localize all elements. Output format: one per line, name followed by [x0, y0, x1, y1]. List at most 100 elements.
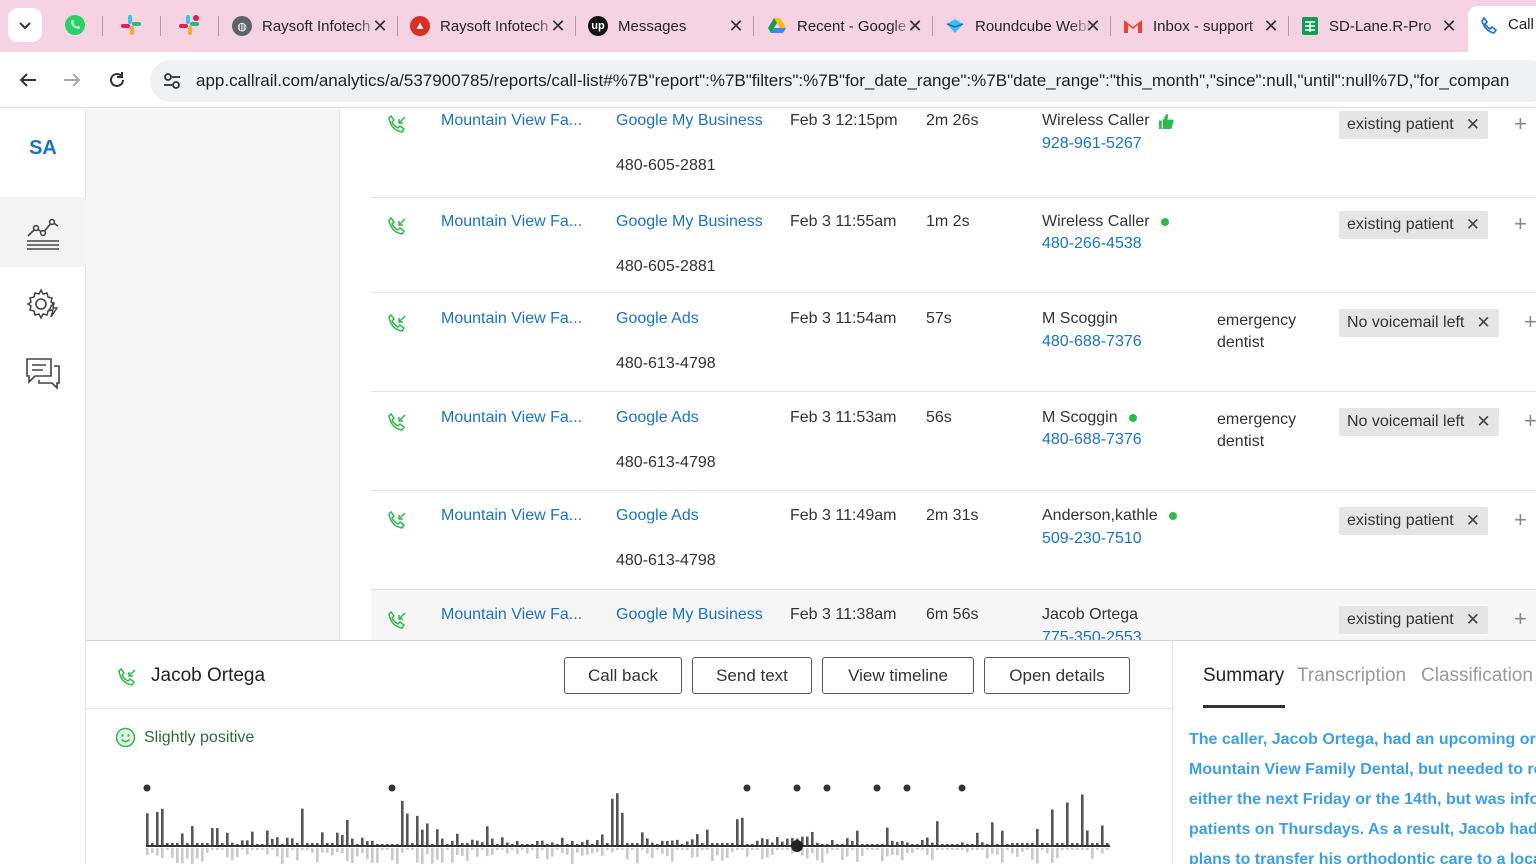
waveform-bar [741, 848, 744, 850]
browser-tab-gmail[interactable]: Inbox - support ✕ [1117, 8, 1287, 44]
company-link[interactable]: Mountain View Fa... [441, 213, 582, 231]
speaker-marker[interactable] [388, 784, 396, 792]
add-tag-button[interactable]: + [1514, 606, 1527, 632]
caller-phone-link[interactable]: 928-961-5267 [1042, 135, 1142, 153]
call-audio-waveform[interactable] [86, 771, 1173, 864]
waveform-bar [966, 844, 969, 845]
sidebar-item-analytics[interactable] [0, 197, 86, 267]
source-link[interactable]: Google My Business [616, 213, 763, 231]
add-tag-button[interactable]: + [1514, 111, 1527, 137]
waveform-bar [601, 834, 604, 845]
table-row[interactable]: Mountain View Fa... Google Ads 480-613-4… [371, 392, 1536, 491]
caller-phone-link[interactable]: 480-688-7376 [1042, 431, 1142, 449]
speaker-marker[interactable] [823, 784, 831, 792]
tab-transcription[interactable]: Transcription [1297, 665, 1406, 687]
waveform-bar [596, 840, 599, 845]
browser-tab-messages[interactable]: up Messages ✕ [582, 8, 752, 44]
waveform-bar [1081, 848, 1084, 850]
back-button[interactable] [12, 64, 44, 96]
sidebar-item-settings[interactable] [0, 269, 86, 339]
source-link[interactable]: Google Ads [616, 310, 699, 328]
browser-tab-callrail-active[interactable]: Call [1468, 6, 1536, 52]
playhead-handle[interactable] [791, 840, 803, 852]
table-row[interactable]: Mountain View Fa... Google My Business 4… [371, 194, 1536, 293]
company-link[interactable]: Mountain View Fa... [441, 507, 582, 525]
tab-search-button[interactable] [8, 8, 42, 42]
tab-classification[interactable]: Classification [1421, 665, 1533, 687]
source-link[interactable]: Google My Business [616, 606, 763, 624]
url-text[interactable]: app.callrail.com/analytics/a/537900785/r… [196, 71, 1509, 91]
close-icon[interactable]: ✕ [1476, 412, 1490, 432]
call-back-button[interactable]: Call back [564, 657, 682, 694]
close-icon[interactable]: ✕ [905, 16, 925, 36]
pinned-tab-slack-2[interactable] [176, 12, 202, 38]
close-icon[interactable]: ✕ [1466, 115, 1480, 135]
waveform-bar [1076, 843, 1079, 845]
company-link[interactable]: Mountain View Fa... [441, 409, 582, 427]
close-icon[interactable]: ✕ [1466, 511, 1480, 531]
waveform-bar [621, 848, 624, 850]
address-bar[interactable]: app.callrail.com/analytics/a/537900785/r… [150, 60, 1536, 102]
open-details-button[interactable]: Open details [984, 657, 1130, 694]
close-icon[interactable]: ✕ [370, 16, 390, 36]
forward-button[interactable] [56, 64, 88, 96]
add-tag-button[interactable]: + [1524, 309, 1536, 335]
site-info-button[interactable] [160, 69, 184, 93]
view-timeline-button[interactable]: View timeline [822, 657, 974, 694]
waveform-bar [651, 842, 654, 845]
source-link[interactable]: Google My Business [616, 112, 763, 130]
source-link[interactable]: Google Ads [616, 409, 699, 427]
tab-title: Roundcube Webmail [975, 17, 1093, 35]
add-tag-button[interactable]: + [1514, 507, 1527, 533]
close-icon[interactable]: ✕ [1466, 610, 1480, 630]
waveform-bar [486, 826, 489, 845]
speaker-marker[interactable] [873, 784, 881, 792]
caller-phone-link[interactable]: 480-266-4538 [1042, 235, 1142, 253]
company-link[interactable]: Mountain View Fa... [441, 606, 582, 624]
tab-summary[interactable]: Summary [1203, 665, 1284, 687]
speaker-marker[interactable] [793, 784, 801, 792]
close-icon[interactable]: ✕ [1439, 16, 1459, 36]
waveform-bar [576, 844, 579, 845]
add-tag-button[interactable]: + [1524, 408, 1536, 434]
close-icon[interactable]: ✕ [548, 16, 568, 36]
tab-title: Raysoft Infotech [262, 17, 371, 35]
close-icon[interactable]: ✕ [1261, 16, 1281, 36]
caller-phone-link[interactable]: 480-688-7376 [1042, 333, 1142, 351]
company-link[interactable]: Mountain View Fa... [441, 112, 582, 130]
speaker-marker[interactable] [143, 784, 151, 792]
table-row[interactable]: Mountain View Fa... Google My Business 4… [371, 109, 1536, 198]
table-row-selected[interactable]: Mountain View Fa... Google My Business F… [371, 590, 1536, 640]
close-icon[interactable]: ✕ [1476, 313, 1490, 333]
caller-phone-link[interactable]: 509-230-7510 [1042, 530, 1142, 548]
table-row[interactable]: Mountain View Fa... Google Ads 480-613-4… [371, 293, 1536, 392]
waveform-bar [611, 798, 614, 845]
incoming-call-icon [388, 510, 406, 529]
browser-tab-raysoft-1[interactable]: ◍ Raysoft Infotech ✕ [226, 8, 396, 44]
browser-tab-raysoft-2[interactable]: ▲ Raysoft Infotech ✕ [404, 8, 574, 44]
speaker-marker[interactable] [958, 784, 966, 792]
pinned-tab-slack[interactable] [118, 12, 144, 38]
tracking-number: 480-605-2881 [616, 157, 716, 174]
browser-tab-drive[interactable]: Recent - Google Drive ✕ [761, 8, 931, 44]
waveform-bar [356, 844, 359, 845]
reload-button[interactable] [101, 64, 133, 96]
send-text-button[interactable]: Send text [692, 657, 812, 694]
avatar[interactable]: SA [22, 137, 64, 169]
sidebar-item-messages[interactable] [0, 337, 86, 407]
speaker-marker[interactable] [903, 784, 911, 792]
close-icon[interactable]: ✕ [1466, 215, 1480, 235]
table-row[interactable]: Mountain View Fa... Google Ads 480-613-4… [371, 491, 1536, 590]
source-link[interactable]: Google Ads [616, 507, 699, 525]
add-tag-button[interactable]: + [1514, 211, 1527, 237]
pinned-tab-whatsapp[interactable] [62, 12, 88, 38]
waveform-bar [1071, 843, 1074, 845]
close-icon[interactable]: ✕ [726, 16, 746, 36]
company-link[interactable]: Mountain View Fa... [441, 310, 582, 328]
waveform-bar [216, 848, 219, 850]
speaker-marker[interactable] [743, 784, 751, 792]
browser-tab-sheets[interactable]: SD-Lane.R-Pro ✕ [1295, 8, 1465, 44]
caller-phone-link[interactable]: 775-350-2553 [1042, 629, 1142, 640]
browser-tab-roundcube[interactable]: Roundcube Webmail ✕ [939, 8, 1109, 44]
close-icon[interactable]: ✕ [1083, 16, 1103, 36]
